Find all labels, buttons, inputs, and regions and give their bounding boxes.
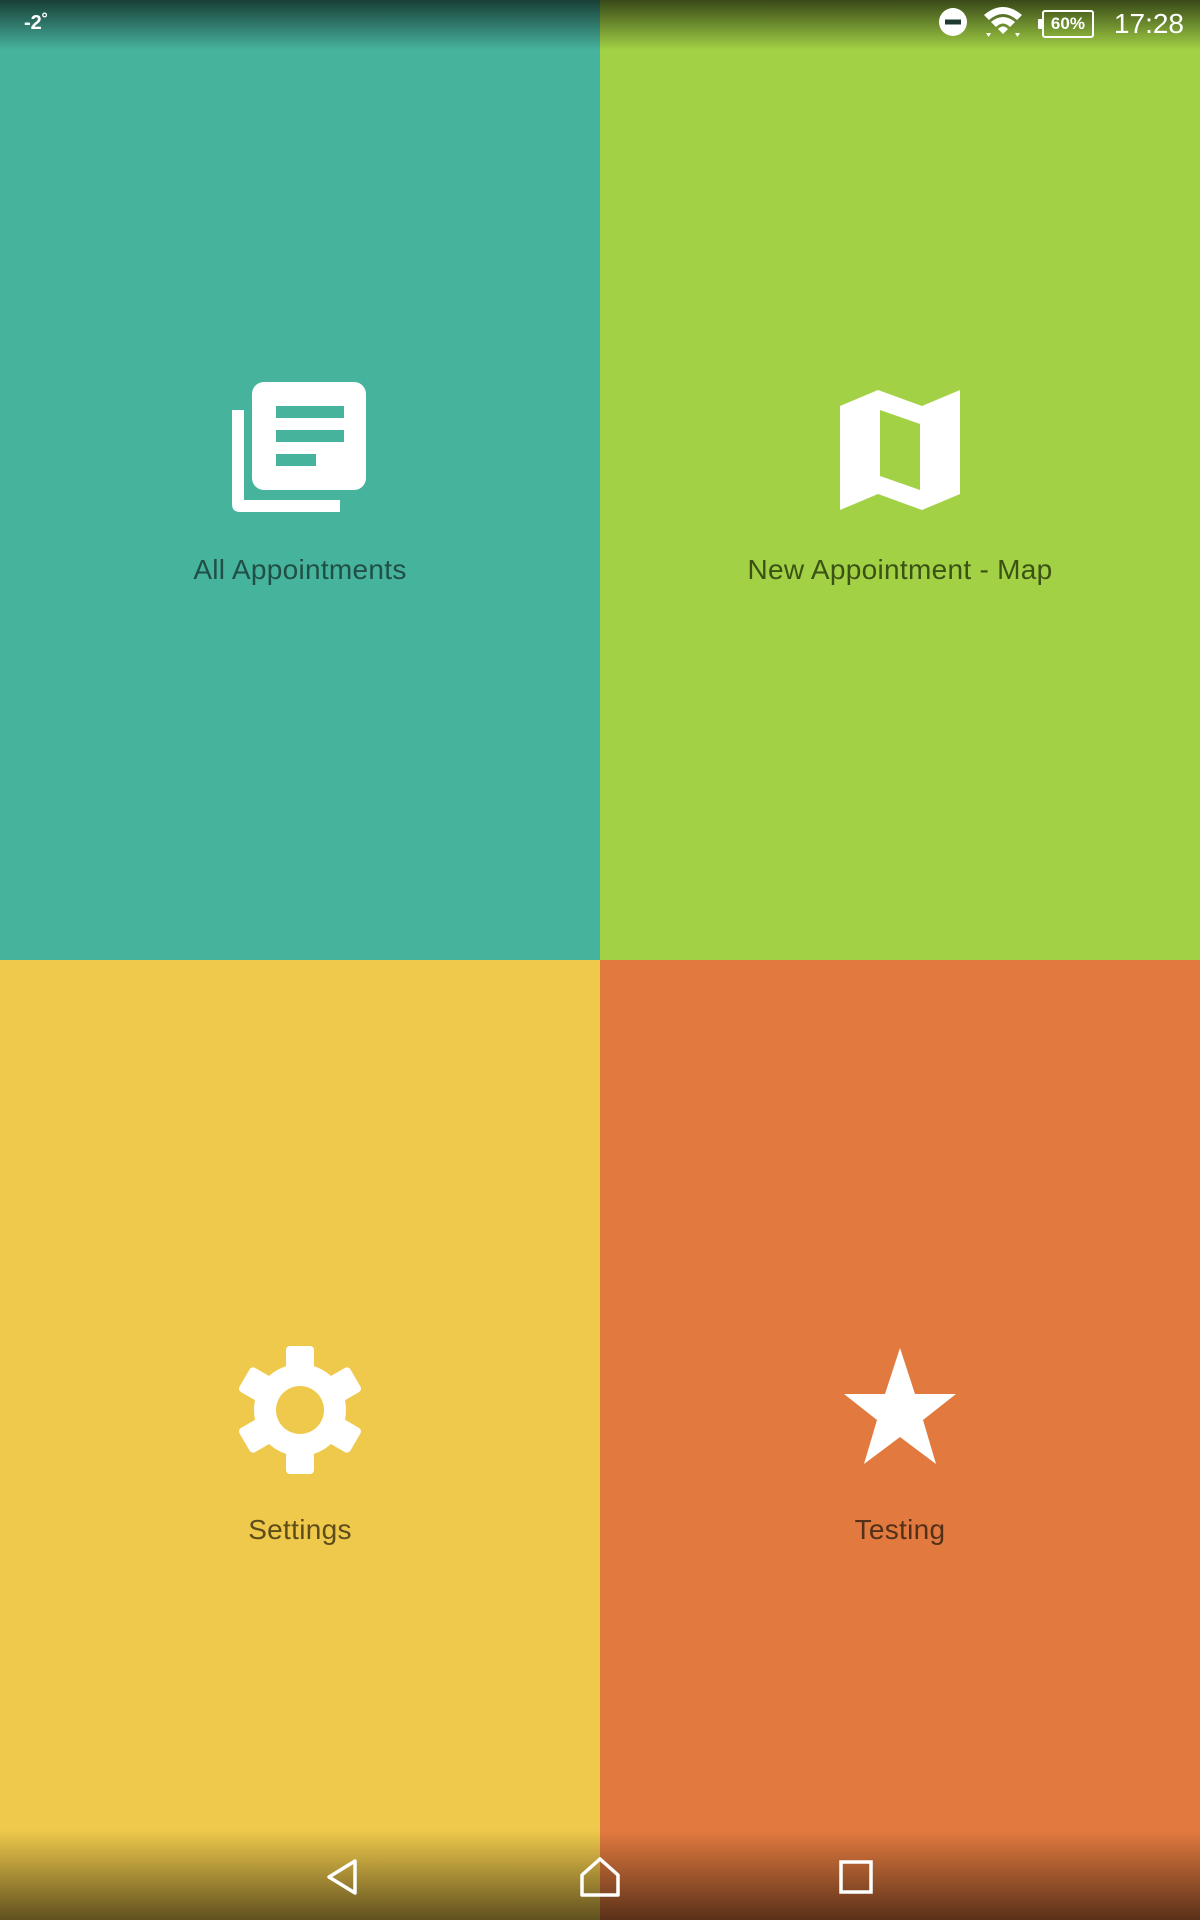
wifi-icon xyxy=(982,5,1024,44)
tile-label: New Appointment - Map xyxy=(747,554,1053,585)
tile-label: All Appointments xyxy=(193,554,407,585)
tile-testing[interactable]: Testing xyxy=(600,960,1200,1920)
recents-button[interactable] xyxy=(831,1852,881,1902)
tile-label: Testing xyxy=(854,1514,946,1545)
battery-percent: 60% xyxy=(1041,10,1094,38)
tile-new-appointment-map[interactable]: New Appointment - Map xyxy=(600,0,1200,960)
weather-temperature: -2˚ xyxy=(24,12,49,34)
navigation-bar xyxy=(0,1830,1200,1920)
back-icon xyxy=(327,1859,357,1895)
battery-icon: 60% xyxy=(1037,10,1094,38)
clock: 17:28 xyxy=(1113,8,1184,39)
map-icon xyxy=(830,380,970,520)
status-bar: -2˚ 60% 17:28 xyxy=(0,0,1200,50)
gear-icon xyxy=(230,1340,370,1480)
tile-label: Settings xyxy=(248,1514,352,1545)
recents-icon xyxy=(839,1860,873,1894)
tile-all-appointments[interactable]: All Appointments xyxy=(0,0,600,960)
back-button[interactable] xyxy=(318,1852,368,1902)
home-button[interactable] xyxy=(575,1852,625,1902)
home-icon xyxy=(580,1857,620,1897)
star-icon xyxy=(830,1340,970,1480)
home-screen: -2˚ 60% 17:28 All Appointments New Appoi… xyxy=(0,0,1200,1920)
news-list-icon xyxy=(230,380,370,520)
do-not-disturb-icon xyxy=(938,7,968,42)
status-icons: 60% 17:28 xyxy=(938,6,1184,42)
tile-settings[interactable]: Settings xyxy=(0,960,600,1920)
